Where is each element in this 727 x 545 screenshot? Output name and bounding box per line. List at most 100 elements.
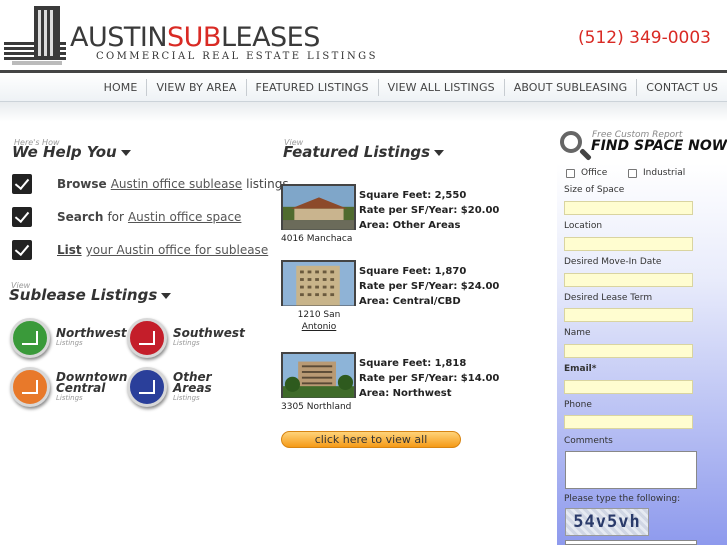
form-title: FIND SPACE NOW!: [591, 138, 727, 154]
help-row-list: List your Austin office for sublease: [12, 239, 272, 261]
comments-textarea[interactable]: [565, 451, 697, 489]
captcha-image: 54v5vh: [565, 508, 649, 536]
listing-address-line1: 1210 San: [297, 310, 341, 320]
listing-address: 4016 Manchaca: [281, 234, 353, 244]
phone-label: Phone: [564, 400, 592, 410]
caret-down-icon: [434, 149, 445, 156]
area-name: Northwest: [56, 326, 127, 340]
listing-rate: Rate per SF/Year: $14.00: [359, 373, 500, 384]
listing-photo[interactable]: [281, 184, 356, 230]
listing-area: Area: Central/CBD: [359, 296, 461, 307]
move-in-input[interactable]: [564, 273, 693, 287]
phone-number: (512) 349-0003: [578, 28, 711, 48]
area-sub: Listings: [56, 339, 83, 347]
captcha-input[interactable]: [565, 540, 697, 545]
area-name-2: Areas: [173, 380, 212, 395]
area-other-button[interactable]: Other Areas Listings: [127, 367, 212, 407]
browse-link[interactable]: Austin office sublease: [111, 177, 242, 191]
area-southwest-button[interactable]: Southwest Listings: [127, 318, 245, 358]
caret-down-icon: [120, 149, 131, 156]
building-icon: [127, 367, 167, 407]
listing-address: 1210 San Antonio: [281, 309, 357, 333]
listing-sqft: Square Feet: 2,550: [359, 190, 467, 201]
caret-down-icon: [161, 292, 172, 299]
listing-rate: Rate per SF/Year: $24.00: [359, 281, 500, 292]
view-all-button[interactable]: click here to view all: [281, 431, 461, 448]
option-office[interactable]: Office: [566, 168, 607, 178]
captcha-label: Please type the following:: [564, 494, 681, 504]
checkmark-icon: [12, 240, 32, 260]
help-title-text: We Help You: [12, 143, 117, 161]
area-name-2: Central: [56, 380, 106, 395]
nav-view-all-listings[interactable]: VIEW ALL LISTINGS: [377, 79, 504, 96]
building-icon: [127, 318, 167, 358]
help-row-browse: Browse Austin office sublease listings: [12, 173, 289, 195]
name-label: Name: [564, 328, 591, 338]
brand-tagline: COMMERCIAL REAL ESTATE LISTINGS: [96, 51, 378, 62]
size-input[interactable]: [564, 201, 693, 215]
name-input[interactable]: [564, 344, 693, 358]
listing-info: Square Feet: 1,818 Rate per SF/Year: $14…: [359, 356, 499, 401]
checkmark-icon: [12, 174, 32, 194]
email-label: Email*: [564, 364, 597, 374]
lease-term-input[interactable]: [564, 308, 693, 322]
sublease-title[interactable]: Sublease Listings: [9, 286, 172, 304]
listing-info: Square Feet: 2,550 Rate per SF/Year: $20…: [359, 188, 499, 233]
area-downtown-button[interactable]: Downtown Central Listings: [10, 367, 127, 407]
building-icon: [10, 318, 50, 358]
listing-address: 3305 Northland: [281, 402, 352, 412]
area-name: Southwest: [173, 326, 245, 340]
featured-title-text: Featured Listings: [283, 143, 431, 161]
brand-accent: SUB: [167, 22, 221, 53]
office-checkbox[interactable]: [566, 168, 575, 178]
phone-input[interactable]: [564, 415, 693, 429]
sublease-title-text: Sublease Listings: [9, 286, 158, 304]
size-label: Size of Space: [564, 185, 625, 195]
listing-photo[interactable]: [281, 260, 356, 306]
nav-shadow: [0, 102, 727, 122]
nav-contact-us[interactable]: CONTACT US: [636, 79, 727, 96]
main-nav: HOME VIEW BY AREA FEATURED LISTINGS VIEW…: [95, 79, 727, 96]
industrial-checkbox[interactable]: [628, 168, 637, 178]
area-sub: Listings: [173, 393, 200, 402]
listing-area: Area: Other Areas: [359, 220, 461, 231]
nav-featured-listings[interactable]: FEATURED LISTINGS: [245, 79, 378, 96]
listing-info: Square Feet: 1,870 Rate per SF/Year: $24…: [359, 264, 499, 309]
help-verb: Search: [57, 210, 104, 224]
listing-rate: Rate per SF/Year: $20.00: [359, 205, 500, 216]
nav-home[interactable]: HOME: [95, 79, 147, 96]
featured-title[interactable]: Featured Listings: [283, 143, 445, 161]
site-header: AUSTINSUBLEASES COMMERCIAL REAL ESTATE L…: [0, 0, 727, 70]
list-verb-link[interactable]: List: [57, 243, 82, 257]
brand-suffix: LEASES: [220, 22, 320, 53]
listing-sqft: Square Feet: 1,870: [359, 266, 467, 277]
nav-view-by-area[interactable]: VIEW BY AREA: [146, 79, 245, 96]
listing-address-line2[interactable]: Antonio: [281, 321, 357, 333]
help-verb: Browse: [57, 177, 107, 191]
building-icon: [10, 367, 50, 407]
help-row-search: Search for Austin office space: [12, 206, 245, 228]
brand-prefix: AUSTIN: [70, 22, 168, 53]
listing-photo[interactable]: [281, 352, 356, 398]
help-title[interactable]: We Help You: [12, 143, 131, 161]
checkmark-icon: [12, 207, 32, 227]
area-northwest-button[interactable]: Northwest Listings: [10, 318, 127, 358]
magnifier-icon: [560, 131, 582, 153]
option-label: Industrial: [643, 168, 686, 178]
option-industrial[interactable]: Industrial: [628, 168, 685, 178]
listing-sqft: Square Feet: 1,818: [359, 358, 467, 369]
main-nav-bar: HOME VIEW BY AREA FEATURED LISTINGS VIEW…: [0, 70, 727, 102]
brand-wordmark[interactable]: AUSTINSUBLEASES: [70, 22, 320, 53]
option-label: Office: [581, 168, 608, 178]
comments-label: Comments: [564, 436, 613, 446]
area-sub: Listings: [56, 393, 83, 402]
nav-about-subleasing[interactable]: ABOUT SUBLEASING: [503, 79, 637, 96]
location-input[interactable]: [564, 237, 693, 251]
email-input[interactable]: [564, 380, 693, 394]
list-link[interactable]: your Austin office for sublease: [86, 243, 269, 257]
listing-area: Area: Northwest: [359, 388, 452, 399]
search-link[interactable]: Austin office space: [128, 210, 241, 224]
help-mid: for: [107, 210, 124, 224]
move-in-label: Desired Move-In Date: [564, 257, 662, 267]
lease-term-label: Desired Lease Term: [564, 293, 653, 303]
